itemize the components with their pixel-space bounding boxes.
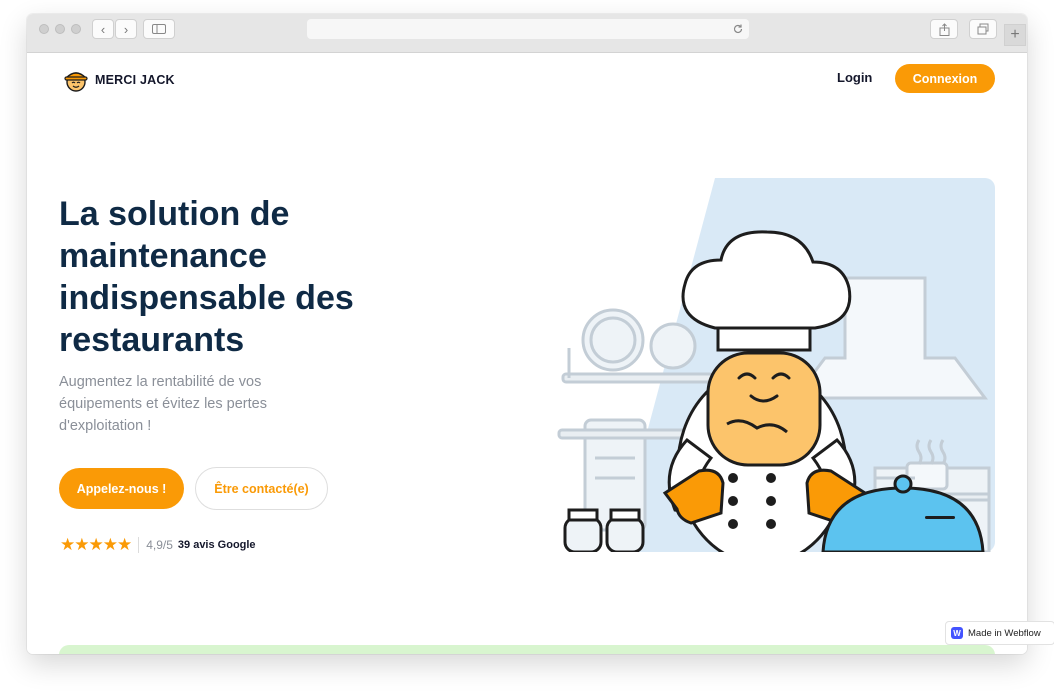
webflow-badge-label: Made in Webflow [968, 627, 1041, 639]
share-button[interactable] [930, 19, 958, 39]
minimize-window-dot[interactable] [55, 24, 65, 34]
forward-icon: › [123, 21, 129, 37]
login-link[interactable]: Login [837, 70, 872, 85]
close-window-dot[interactable] [39, 24, 49, 34]
address-bar[interactable] [307, 19, 749, 39]
zoom-window-dot[interactable] [71, 24, 81, 34]
tabs-icon [977, 23, 989, 35]
back-icon: ‹ [100, 21, 106, 37]
brand-name: MERCI JACK [95, 73, 175, 87]
google-rating: ★★★★★ 4,9/5 39 avis Google [60, 535, 256, 555]
call-us-button[interactable]: Appelez-nous ! [59, 468, 184, 509]
back-button[interactable]: ‹ [92, 19, 114, 39]
rating-divider [138, 537, 140, 553]
logo-icon [64, 72, 88, 92]
star-icon: ★★★★★ [60, 535, 132, 554]
hero-title: La solution de maintenance indispensable… [59, 195, 354, 359]
be-contacted-button[interactable]: Être contacté(e) [195, 467, 328, 510]
new-tab-button[interactable]: + [1004, 24, 1026, 46]
share-icon [939, 22, 949, 36]
brand-logo[interactable]: MERCI JACK [63, 67, 175, 93]
hero-subtitle: Augmentez la rentabilité de vos équipeme… [59, 374, 267, 434]
chef-illustration [555, 178, 995, 552]
browser-toolbar: ‹ › + [27, 14, 1027, 53]
tabs-overview-button[interactable] [969, 19, 997, 39]
reload-icon[interactable] [732, 23, 744, 35]
rating-score: 4,9/5 [146, 538, 173, 552]
review-count[interactable]: 39 avis Google [178, 539, 256, 551]
browser-window: ‹ › + MERCI JACK Login Connexion La solu… [27, 14, 1027, 654]
sidebar-button[interactable] [143, 19, 175, 39]
next-section-strip [59, 645, 995, 654]
forward-button[interactable]: › [115, 19, 137, 39]
connexion-button[interactable]: Connexion [895, 64, 995, 93]
sidebar-icon [152, 24, 166, 34]
made-in-webflow-badge[interactable]: W Made in Webflow [945, 621, 1054, 645]
webpage: MERCI JACK Login Connexion La solution d… [27, 53, 1027, 654]
new-tab-icon: + [1010, 26, 1020, 43]
webflow-icon: W [951, 627, 963, 639]
